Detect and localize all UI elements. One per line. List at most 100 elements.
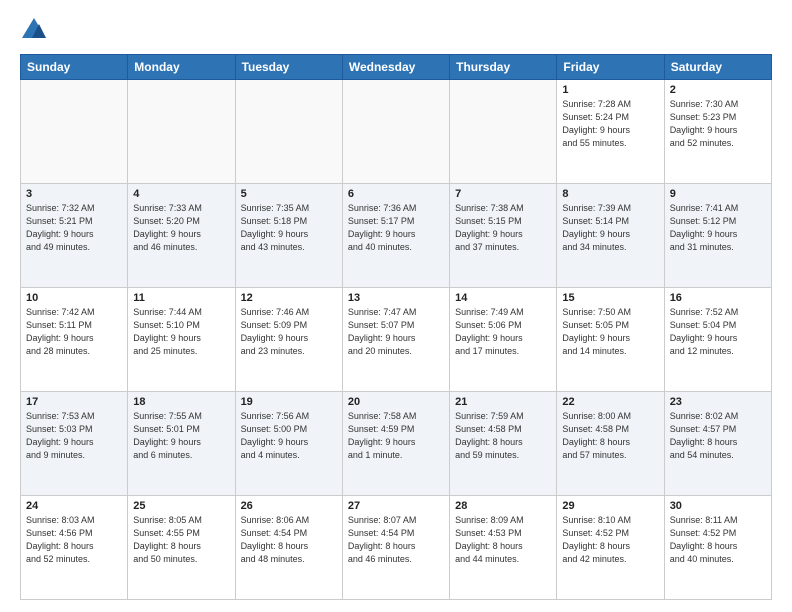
- calendar-week-5: 24 Sunrise: 8:03 AM Sunset: 4:56 PM Dayli…: [21, 496, 772, 600]
- calendar-cell: 10 Sunrise: 7:42 AM Sunset: 5:11 PM Dayli…: [21, 288, 128, 392]
- day-number: 17: [26, 396, 122, 408]
- calendar-cell: 5 Sunrise: 7:35 AM Sunset: 5:18 PM Daylig…: [235, 184, 342, 288]
- calendar-cell: 6 Sunrise: 7:36 AM Sunset: 5:17 PM Daylig…: [342, 184, 449, 288]
- day-number: 22: [562, 396, 658, 408]
- day-info: Sunrise: 7:38 AM Sunset: 5:15 PM Dayligh…: [455, 202, 551, 254]
- day-info: Sunrise: 7:47 AM Sunset: 5:07 PM Dayligh…: [348, 306, 444, 358]
- day-info: Sunrise: 8:00 AM Sunset: 4:58 PM Dayligh…: [562, 410, 658, 462]
- day-number: 4: [133, 188, 229, 200]
- weekday-header-friday: Friday: [557, 55, 664, 80]
- page: SundayMondayTuesdayWednesdayThursdayFrid…: [0, 0, 792, 612]
- day-info: Sunrise: 7:44 AM Sunset: 5:10 PM Dayligh…: [133, 306, 229, 358]
- calendar-cell: 11 Sunrise: 7:44 AM Sunset: 5:10 PM Dayli…: [128, 288, 235, 392]
- logo-icon: [20, 16, 48, 44]
- day-info: Sunrise: 7:41 AM Sunset: 5:12 PM Dayligh…: [670, 202, 766, 254]
- calendar-cell: 29 Sunrise: 8:10 AM Sunset: 4:52 PM Dayli…: [557, 496, 664, 600]
- calendar-cell: [235, 80, 342, 184]
- day-info: Sunrise: 7:53 AM Sunset: 5:03 PM Dayligh…: [26, 410, 122, 462]
- day-info: Sunrise: 8:10 AM Sunset: 4:52 PM Dayligh…: [562, 514, 658, 566]
- day-number: 21: [455, 396, 551, 408]
- day-info: Sunrise: 8:03 AM Sunset: 4:56 PM Dayligh…: [26, 514, 122, 566]
- calendar-cell: 26 Sunrise: 8:06 AM Sunset: 4:54 PM Dayli…: [235, 496, 342, 600]
- day-number: 26: [241, 500, 337, 512]
- day-number: 5: [241, 188, 337, 200]
- day-info: Sunrise: 7:56 AM Sunset: 5:00 PM Dayligh…: [241, 410, 337, 462]
- calendar-cell: 21 Sunrise: 7:59 AM Sunset: 4:58 PM Dayli…: [450, 392, 557, 496]
- day-info: Sunrise: 7:42 AM Sunset: 5:11 PM Dayligh…: [26, 306, 122, 358]
- weekday-header-thursday: Thursday: [450, 55, 557, 80]
- day-number: 19: [241, 396, 337, 408]
- calendar-table: SundayMondayTuesdayWednesdayThursdayFrid…: [20, 54, 772, 600]
- day-number: 10: [26, 292, 122, 304]
- day-info: Sunrise: 7:36 AM Sunset: 5:17 PM Dayligh…: [348, 202, 444, 254]
- day-number: 1: [562, 84, 658, 96]
- day-number: 3: [26, 188, 122, 200]
- day-number: 30: [670, 500, 766, 512]
- day-number: 23: [670, 396, 766, 408]
- calendar-cell: 17 Sunrise: 7:53 AM Sunset: 5:03 PM Dayli…: [21, 392, 128, 496]
- calendar-cell: [128, 80, 235, 184]
- calendar-cell: 14 Sunrise: 7:49 AM Sunset: 5:06 PM Dayli…: [450, 288, 557, 392]
- day-info: Sunrise: 7:59 AM Sunset: 4:58 PM Dayligh…: [455, 410, 551, 462]
- weekday-header-monday: Monday: [128, 55, 235, 80]
- calendar-week-4: 17 Sunrise: 7:53 AM Sunset: 5:03 PM Dayli…: [21, 392, 772, 496]
- day-number: 15: [562, 292, 658, 304]
- calendar-cell: [450, 80, 557, 184]
- header: [20, 16, 772, 44]
- day-info: Sunrise: 7:49 AM Sunset: 5:06 PM Dayligh…: [455, 306, 551, 358]
- day-number: 29: [562, 500, 658, 512]
- day-info: Sunrise: 7:35 AM Sunset: 5:18 PM Dayligh…: [241, 202, 337, 254]
- day-info: Sunrise: 7:39 AM Sunset: 5:14 PM Dayligh…: [562, 202, 658, 254]
- day-info: Sunrise: 8:02 AM Sunset: 4:57 PM Dayligh…: [670, 410, 766, 462]
- calendar-cell: 28Sunrise: 8:09 AM Sunset: 4:53 PM Dayli…: [450, 496, 557, 600]
- day-number: 6: [348, 188, 444, 200]
- calendar-cell: 16 Sunrise: 7:52 AM Sunset: 5:04 PM Dayli…: [664, 288, 771, 392]
- calendar-week-3: 10 Sunrise: 7:42 AM Sunset: 5:11 PM Dayli…: [21, 288, 772, 392]
- day-number: 13: [348, 292, 444, 304]
- day-info: Sunrise: 8:11 AM Sunset: 4:52 PM Dayligh…: [670, 514, 766, 566]
- day-number: 14: [455, 292, 551, 304]
- logo: [20, 16, 52, 44]
- day-number: 27: [348, 500, 444, 512]
- calendar-cell: 1 Sunrise: 7:28 AM Sunset: 5:24 PM Daylig…: [557, 80, 664, 184]
- day-info: Sunrise: 7:52 AM Sunset: 5:04 PM Dayligh…: [670, 306, 766, 358]
- calendar-cell: 24 Sunrise: 8:03 AM Sunset: 4:56 PM Dayli…: [21, 496, 128, 600]
- day-number: 7: [455, 188, 551, 200]
- day-info: Sunrise: 7:58 AM Sunset: 4:59 PM Dayligh…: [348, 410, 444, 462]
- day-number: 16: [670, 292, 766, 304]
- calendar-cell: 20Sunrise: 7:58 AM Sunset: 4:59 PM Dayli…: [342, 392, 449, 496]
- day-info: Sunrise: 7:33 AM Sunset: 5:20 PM Dayligh…: [133, 202, 229, 254]
- day-info: Sunrise: 7:32 AM Sunset: 5:21 PM Dayligh…: [26, 202, 122, 254]
- day-number: 28: [455, 500, 551, 512]
- day-number: 25: [133, 500, 229, 512]
- day-info: Sunrise: 7:55 AM Sunset: 5:01 PM Dayligh…: [133, 410, 229, 462]
- calendar-cell: 23 Sunrise: 8:02 AM Sunset: 4:57 PM Dayli…: [664, 392, 771, 496]
- day-number: 18: [133, 396, 229, 408]
- calendar-cell: 4 Sunrise: 7:33 AM Sunset: 5:20 PM Daylig…: [128, 184, 235, 288]
- calendar-cell: 12Sunrise: 7:46 AM Sunset: 5:09 PM Dayli…: [235, 288, 342, 392]
- calendar-cell: 13 Sunrise: 7:47 AM Sunset: 5:07 PM Dayli…: [342, 288, 449, 392]
- calendar-cell: 2 Sunrise: 7:30 AM Sunset: 5:23 PM Daylig…: [664, 80, 771, 184]
- calendar-cell: 18 Sunrise: 7:55 AM Sunset: 5:01 PM Dayli…: [128, 392, 235, 496]
- calendar-cell: 27 Sunrise: 8:07 AM Sunset: 4:54 PM Dayli…: [342, 496, 449, 600]
- weekday-header-wednesday: Wednesday: [342, 55, 449, 80]
- day-info: Sunrise: 7:50 AM Sunset: 5:05 PM Dayligh…: [562, 306, 658, 358]
- calendar-cell: 22 Sunrise: 8:00 AM Sunset: 4:58 PM Dayli…: [557, 392, 664, 496]
- calendar-cell: [21, 80, 128, 184]
- day-info: Sunrise: 8:06 AM Sunset: 4:54 PM Dayligh…: [241, 514, 337, 566]
- day-info: Sunrise: 7:28 AM Sunset: 5:24 PM Dayligh…: [562, 98, 658, 150]
- calendar-cell: [342, 80, 449, 184]
- calendar-cell: 15 Sunrise: 7:50 AM Sunset: 5:05 PM Dayli…: [557, 288, 664, 392]
- day-number: 2: [670, 84, 766, 96]
- day-number: 8: [562, 188, 658, 200]
- weekday-header-sunday: Sunday: [21, 55, 128, 80]
- day-info: Sunrise: 8:07 AM Sunset: 4:54 PM Dayligh…: [348, 514, 444, 566]
- weekday-header-tuesday: Tuesday: [235, 55, 342, 80]
- calendar-cell: 7 Sunrise: 7:38 AM Sunset: 5:15 PM Daylig…: [450, 184, 557, 288]
- calendar-week-2: 3 Sunrise: 7:32 AM Sunset: 5:21 PM Daylig…: [21, 184, 772, 288]
- day-number: 11: [133, 292, 229, 304]
- calendar-cell: 25Sunrise: 8:05 AM Sunset: 4:55 PM Dayli…: [128, 496, 235, 600]
- weekday-header-saturday: Saturday: [664, 55, 771, 80]
- day-info: Sunrise: 7:30 AM Sunset: 5:23 PM Dayligh…: [670, 98, 766, 150]
- day-number: 24: [26, 500, 122, 512]
